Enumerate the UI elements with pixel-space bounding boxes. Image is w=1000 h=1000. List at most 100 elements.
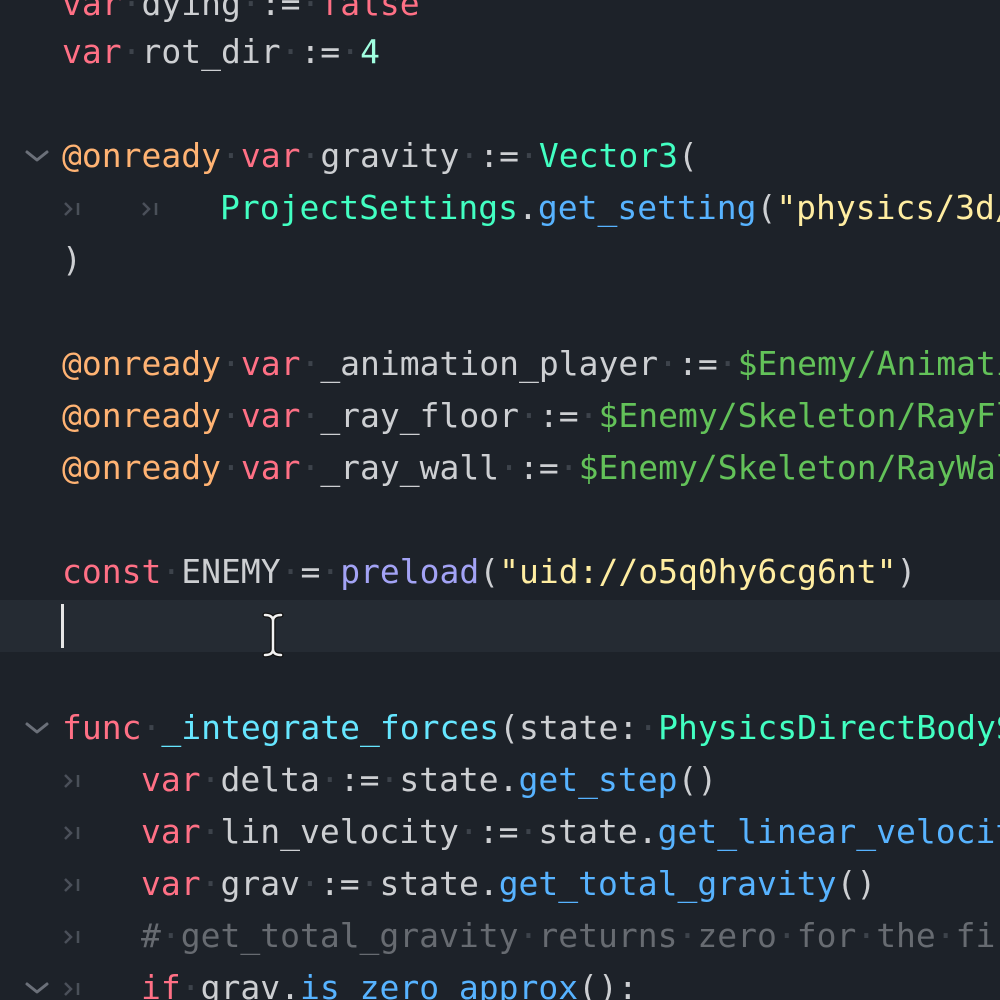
fold-chevron-icon[interactable] bbox=[24, 702, 50, 754]
code-token: := bbox=[260, 0, 301, 23]
fold-chevron-icon[interactable] bbox=[24, 962, 50, 1000]
code-token: . bbox=[518, 188, 538, 227]
code-token: ) bbox=[896, 552, 917, 591]
whitespace-dot: · bbox=[300, 136, 321, 175]
whitespace-dot: · bbox=[300, 396, 321, 435]
whitespace-dot: · bbox=[220, 344, 241, 383]
code-token: @onready bbox=[62, 448, 221, 487]
text-cursor-icon bbox=[262, 612, 284, 658]
code-token: := bbox=[677, 344, 718, 383]
code-token: _ray_floor bbox=[320, 396, 519, 435]
code-line[interactable]: var·rot_dir·:=·4 bbox=[0, 26, 1000, 78]
code-token: @onready bbox=[62, 396, 221, 435]
code-token: # bbox=[141, 916, 161, 955]
whitespace-dot: · bbox=[280, 552, 301, 591]
whitespace-dot: · bbox=[200, 864, 221, 903]
code-line[interactable] bbox=[0, 78, 1000, 130]
whitespace-dot: · bbox=[121, 32, 142, 71]
whitespace-dot: · bbox=[459, 136, 480, 175]
code-token: ( bbox=[756, 188, 777, 227]
current-line[interactable] bbox=[0, 600, 1000, 652]
code-text: if·grav.is_zero_approx(): bbox=[141, 962, 638, 1000]
code-text: @onready·var·_ray_wall·:=·$Enemy/Skeleto… bbox=[62, 442, 1000, 494]
code-token: grav bbox=[200, 968, 281, 1000]
code-token: var bbox=[240, 344, 301, 383]
code-line[interactable]: ProjectSettings.get_setting("physics/3d/ bbox=[0, 182, 1000, 234]
whitespace-dot: · bbox=[300, 344, 321, 383]
code-token: . bbox=[280, 968, 300, 1000]
whitespace-dot: · bbox=[220, 396, 241, 435]
whitespace-dot: · bbox=[518, 812, 539, 851]
code-line[interactable]: @onready·var·_ray_wall·:=·$Enemy/Skeleto… bbox=[0, 442, 1000, 494]
code-token: ( bbox=[499, 708, 519, 747]
code-text: var·grav·:=·state.get_total_gravity() bbox=[141, 858, 876, 910]
code-line[interactable]: func·_integrate_forces(state:·PhysicsDir… bbox=[0, 702, 1000, 754]
whitespace-dot: · bbox=[141, 708, 162, 747]
code-line[interactable]: #·get_total_gravity·returns·zero·for·the… bbox=[0, 910, 1000, 962]
code-line[interactable]: var·lin_velocity·:=·state.get_linear_vel… bbox=[0, 806, 1000, 858]
code-token: state bbox=[519, 708, 619, 747]
code-line[interactable]: ) bbox=[0, 234, 1000, 286]
whitespace-dot: · bbox=[776, 916, 797, 955]
whitespace-dot: · bbox=[519, 396, 539, 435]
code-token: @onready bbox=[62, 136, 221, 175]
whitespace-dot: · bbox=[220, 448, 241, 487]
code-token: ) bbox=[62, 240, 82, 279]
code-line[interactable] bbox=[0, 286, 1000, 338]
code-token: := bbox=[478, 812, 519, 851]
code-token: grav bbox=[220, 864, 300, 903]
code-token: : bbox=[618, 708, 639, 747]
code-text: @onready·var·_animation_player·:=·$Enemy… bbox=[62, 338, 1000, 390]
whitespace-dot: · bbox=[220, 136, 241, 175]
code-token: := bbox=[519, 448, 559, 487]
whitespace-dot: · bbox=[240, 0, 261, 23]
code-line[interactable]: var·delta·:=·state.get_step() bbox=[0, 754, 1000, 806]
code-line[interactable]: var·grav·:=·state.get_total_gravity() bbox=[0, 858, 1000, 910]
code-line[interactable]: @onready·var·_animation_player·:=·$Enemy… bbox=[0, 338, 1000, 390]
code-line[interactable]: const·ENEMY·=·preload("uid://o5q0hy6cg6n… bbox=[0, 546, 1000, 598]
whitespace-dot: · bbox=[180, 968, 201, 1000]
code-token: 4 bbox=[360, 32, 380, 71]
code-token: delta bbox=[220, 760, 320, 799]
fold-chevron-icon[interactable] bbox=[24, 130, 50, 182]
code-text: #·get_total_gravity·returns·zero·for·the… bbox=[141, 910, 1000, 962]
code-token: preload bbox=[340, 552, 480, 591]
code-token: func bbox=[62, 708, 142, 747]
code-line[interactable] bbox=[0, 650, 1000, 702]
code-token: the bbox=[876, 916, 936, 955]
code-token: "uid://o5q0hy6cg6nt" bbox=[499, 552, 897, 591]
code-line[interactable]: @onready·var·gravity·:=·Vector3( bbox=[0, 130, 1000, 182]
code-token: . bbox=[498, 760, 519, 799]
code-token: get_linear_velocity bbox=[657, 812, 1000, 851]
code-token: var bbox=[141, 760, 201, 799]
tab-indent-icon bbox=[62, 182, 84, 234]
code-text: ProjectSettings.get_setting("physics/3d/ bbox=[220, 182, 1000, 234]
whitespace-dot: · bbox=[658, 344, 678, 383]
code-text: var·lin_velocity·:=·state.get_linear_vel… bbox=[141, 806, 1000, 858]
code-line[interactable] bbox=[0, 494, 1000, 546]
code-line[interactable]: @onready·var·_ray_floor·:=·$Enemy/Skelet… bbox=[0, 390, 1000, 442]
tab-indent-icon bbox=[62, 754, 84, 806]
tab-indent-icon bbox=[62, 858, 84, 910]
code-token: ProjectSettings bbox=[220, 188, 519, 227]
code-token: state bbox=[538, 812, 638, 851]
code-token: @onready bbox=[62, 344, 221, 383]
code-text: func·_integrate_forces(state:·PhysicsDir… bbox=[62, 702, 1000, 754]
whitespace-dot: · bbox=[677, 916, 698, 955]
whitespace-dot: · bbox=[121, 0, 142, 23]
code-token: () bbox=[836, 864, 877, 903]
code-line[interactable]: if·grav.is_zero_approx(): bbox=[0, 962, 1000, 1000]
code-token: rot_dir bbox=[141, 32, 281, 71]
whitespace-dot: · bbox=[519, 136, 539, 175]
whitespace-dot: · bbox=[856, 916, 877, 955]
code-token: := bbox=[339, 760, 380, 799]
whitespace-dot: · bbox=[578, 396, 599, 435]
whitespace-dot: · bbox=[160, 916, 181, 955]
whitespace-dot: · bbox=[300, 448, 321, 487]
code-token: is_zero_approx bbox=[299, 968, 579, 1000]
whitespace-dot: · bbox=[638, 708, 659, 747]
code-token: zero bbox=[697, 916, 777, 955]
code-token: _animation_player bbox=[320, 344, 659, 383]
whitespace-dot: · bbox=[558, 448, 579, 487]
code-editor[interactable]: var·dying·:=·false var·rot_dir·:=·4 @onr… bbox=[0, 0, 1000, 1000]
